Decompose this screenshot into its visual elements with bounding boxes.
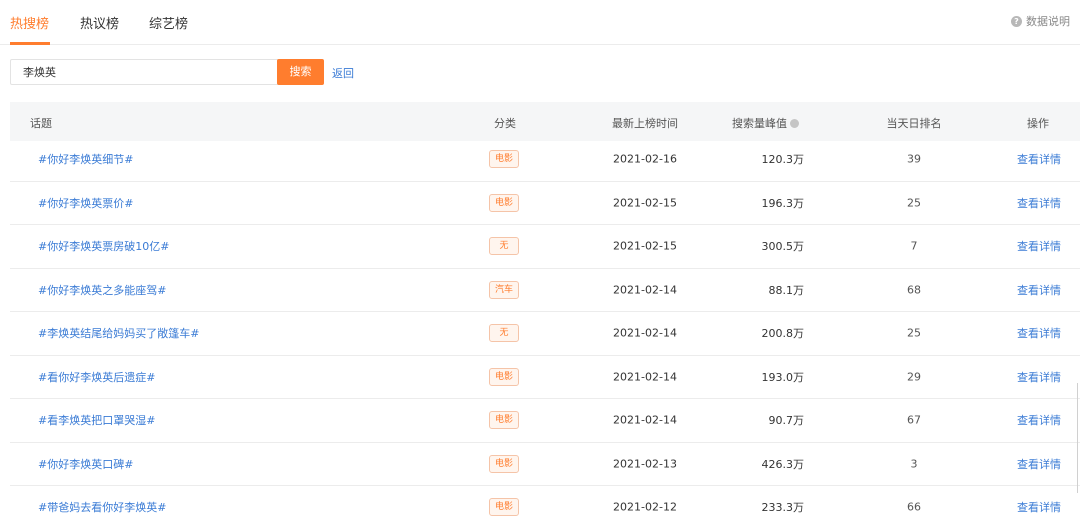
table-row: #你好李焕英细节# 电影 2021-02-16 120.3万 39 查看详情 (10, 138, 1080, 182)
question-circle-icon: ? (1011, 15, 1022, 27)
daily-rank: 67 (907, 413, 921, 427)
latest-time: 2021-02-14 (613, 370, 677, 384)
category-badge: 电影 (489, 193, 519, 212)
latest-time: 2021-02-15 (613, 196, 677, 210)
table-row: #看李焕英把口罩哭湿# 电影 2021-02-14 90.7万 67 查看详情 (10, 399, 1080, 443)
latest-time: 2021-02-12 (613, 500, 677, 514)
view-details-link[interactable]: 查看详情 (1017, 282, 1061, 298)
table-header: 话题 分类 最新上榜时间 搜索量峰值 当天日排名 操作 (10, 102, 1080, 141)
latest-time: 2021-02-14 (613, 326, 677, 340)
view-details-link[interactable]: 查看详情 (1017, 238, 1061, 254)
scrollbar[interactable] (1077, 383, 1078, 493)
view-details-link[interactable]: 查看详情 (1017, 499, 1061, 515)
peak-value: 90.7万 (768, 414, 805, 428)
category-badge: 电影 (489, 454, 519, 473)
tab-hot-discussion[interactable]: 热议榜 (80, 13, 119, 32)
view-details-link[interactable]: 查看详情 (1017, 412, 1061, 428)
daily-rank: 7 (910, 239, 918, 253)
topic-link[interactable]: #李焕英结尾给妈妈买了敞篷车# (38, 325, 199, 341)
topic-link[interactable]: #你好李焕英票房破10亿# (38, 238, 169, 254)
table-row: #看你好李焕英后遗症# 电影 2021-02-14 193.0万 29 查看详情 (10, 356, 1080, 399)
latest-time: 2021-02-14 (613, 413, 677, 427)
daily-rank: 3 (910, 457, 918, 471)
table-row: #带爸妈去看你好李焕英# 电影 2021-02-12 233.3万 66 查看详情 (10, 486, 1080, 524)
category-badge: 电影 (489, 411, 519, 430)
latest-time: 2021-02-14 (613, 283, 677, 297)
topic-link[interactable]: #你好李焕英细节# (38, 151, 133, 167)
view-details-link[interactable]: 查看详情 (1017, 456, 1061, 472)
peak-value: 193.0万 (761, 370, 805, 384)
daily-rank: 25 (907, 196, 921, 210)
view-details-link[interactable]: 查看详情 (1017, 325, 1061, 341)
topic-link[interactable]: #你好李焕英票价# (38, 195, 133, 211)
topic-link[interactable]: #看李焕英把口罩哭湿# (38, 412, 155, 428)
header-topic: 话题 (30, 117, 52, 130)
daily-rank: 39 (907, 152, 921, 166)
tab-variety[interactable]: 综艺榜 (149, 13, 188, 32)
category-badge: 电影 (489, 150, 519, 169)
peak-value: 300.5万 (761, 240, 805, 254)
table-row: #你好李焕英票价# 电影 2021-02-15 196.3万 25 查看详情 (10, 182, 1080, 225)
peak-value: 200.8万 (761, 327, 805, 341)
latest-time: 2021-02-15 (613, 239, 677, 253)
topic-link[interactable]: #你好李焕英口碑# (38, 456, 133, 472)
data-explanation-link[interactable]: ? 数据说明 (1011, 13, 1070, 29)
topic-link[interactable]: #带爸妈去看你好李焕英# (38, 499, 166, 515)
tab-bar: 热搜榜 热议榜 综艺榜 ? 数据说明 (0, 0, 1080, 45)
data-explanation-label: 数据说明 (1026, 15, 1070, 28)
peak-value: 426.3万 (761, 457, 805, 471)
category-badge: 无 (489, 324, 519, 343)
view-details-link[interactable]: 查看详情 (1017, 369, 1061, 385)
peak-value: 120.3万 (761, 153, 805, 167)
tab-hot-search[interactable]: 热搜榜 (10, 13, 49, 32)
peak-value: 88.1万 (768, 283, 805, 297)
header-rank: 当天日排名 (886, 117, 942, 130)
category-badge: 电影 (489, 367, 519, 386)
daily-rank: 29 (907, 370, 921, 384)
table-row: #李焕英结尾给妈妈买了敞篷车# 无 2021-02-14 200.8万 25 查看详情 (10, 312, 1080, 356)
search-input[interactable] (10, 59, 278, 85)
latest-time: 2021-02-16 (613, 152, 677, 166)
peak-value: 196.3万 (761, 196, 805, 210)
view-details-link[interactable]: 查看详情 (1017, 151, 1061, 167)
daily-rank: 66 (907, 500, 921, 514)
back-link[interactable]: 返回 (332, 65, 354, 81)
view-details-link[interactable]: 查看详情 (1017, 195, 1061, 211)
daily-rank: 25 (907, 326, 921, 340)
search-button[interactable]: 搜索 (277, 59, 324, 85)
header-action: 操作 (1027, 117, 1049, 130)
active-tab-indicator (10, 42, 50, 45)
category-badge: 电影 (489, 498, 519, 517)
topic-link[interactable]: #你好李焕英之多能座驾# (38, 282, 166, 298)
category-badge: 汽车 (489, 280, 519, 299)
latest-time: 2021-02-13 (613, 457, 677, 471)
table-row: #你好李焕英票房破10亿# 无 2021-02-15 300.5万 7 查看详情 (10, 225, 1080, 269)
info-icon[interactable] (790, 119, 799, 128)
table-row: #你好李焕英之多能座驾# 汽车 2021-02-14 88.1万 68 查看详情 (10, 269, 1080, 312)
topic-link[interactable]: #看你好李焕英后遗症# (38, 369, 155, 385)
header-peak-label: 搜索量峰值 (732, 117, 787, 130)
header-latest-time: 最新上榜时间 (612, 117, 678, 130)
daily-rank: 68 (907, 283, 921, 297)
header-category: 分类 (494, 117, 516, 130)
peak-value: 233.3万 (761, 501, 805, 515)
header-peak: 搜索量峰值 (732, 115, 799, 131)
table-row: #你好李焕英口碑# 电影 2021-02-13 426.3万 3 查看详情 (10, 443, 1080, 486)
category-badge: 无 (489, 237, 519, 256)
